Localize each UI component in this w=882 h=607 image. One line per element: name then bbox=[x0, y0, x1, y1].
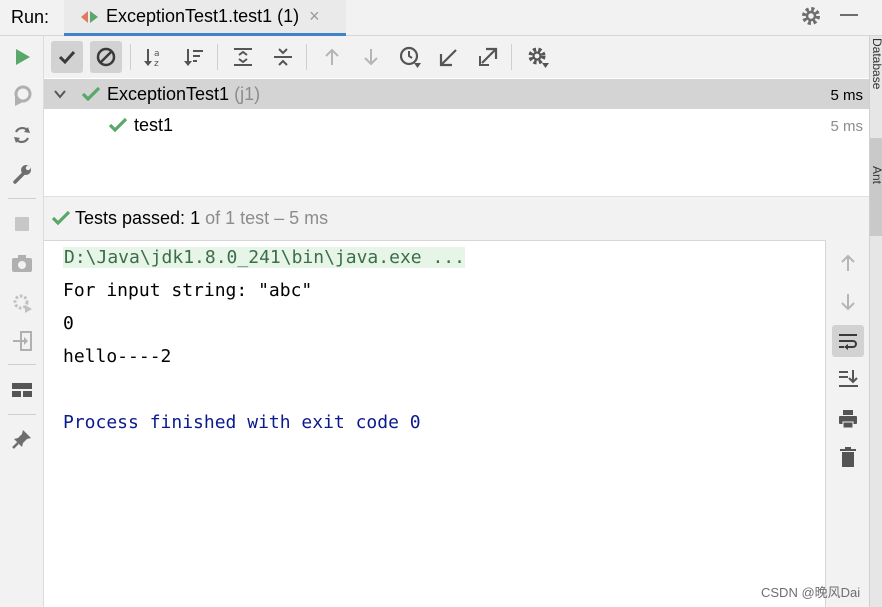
chevron-down-icon[interactable] bbox=[53, 87, 67, 106]
suite-row[interactable]: ExceptionTest1 (j1) 5 ms bbox=[44, 79, 869, 109]
suite-name: ExceptionTest1 bbox=[107, 84, 230, 104]
console-exit-line: Process finished with exit code 0 bbox=[63, 412, 421, 433]
left-toolbar-separator bbox=[8, 364, 36, 365]
passed-check-icon bbox=[108, 117, 128, 138]
left-toolbar bbox=[0, 36, 44, 607]
run-tab-title: ExceptionTest1.test1 (1) bbox=[106, 6, 300, 26]
junit-run-icon bbox=[78, 7, 104, 27]
down-arrow-icon[interactable] bbox=[832, 286, 864, 318]
run-label: Run: bbox=[11, 7, 50, 27]
suite-label: ExceptionTest1 (j1) bbox=[107, 84, 260, 105]
status-prefix: Tests passed: bbox=[75, 208, 191, 228]
wrench-icon[interactable] bbox=[9, 161, 35, 187]
test-time: 5 ms bbox=[830, 118, 863, 135]
scroll-to-end-icon[interactable] bbox=[832, 363, 864, 395]
run-tool-window-header: Run: ExceptionTest1.test1 (1) × bbox=[0, 0, 882, 36]
status-suffix: of 1 test – 5 ms bbox=[200, 208, 329, 228]
test-history-icon[interactable] bbox=[394, 41, 426, 73]
test-label: test1 bbox=[134, 115, 174, 135]
gear-icon[interactable] bbox=[799, 4, 823, 33]
ant-tool-indicator bbox=[870, 138, 882, 236]
show-ignored-icon[interactable] bbox=[90, 41, 122, 73]
rerun-failed-icon[interactable] bbox=[9, 82, 35, 108]
test-settings-gear-icon[interactable] bbox=[522, 41, 554, 73]
database-tool-label[interactable]: Database bbox=[870, 38, 882, 89]
next-failed-test-icon[interactable] bbox=[355, 41, 387, 73]
suite-meta: (j1) bbox=[234, 84, 261, 104]
passed-check-icon bbox=[81, 86, 101, 107]
rerun-icon[interactable] bbox=[9, 44, 35, 70]
expand-all-icon[interactable] bbox=[227, 41, 259, 73]
console-line: hello----2 bbox=[63, 346, 172, 367]
status-passed-count: 1 bbox=[190, 208, 201, 228]
status-text: Tests passed: 1 of 1 test – 5 ms bbox=[75, 208, 328, 229]
left-toolbar-separator bbox=[8, 414, 36, 415]
hide-panel-icon[interactable] bbox=[840, 14, 858, 16]
watermark-text: CSDN @晚风Dai bbox=[761, 585, 861, 600]
toolbar-separator bbox=[217, 44, 218, 70]
toggle-auto-test-icon[interactable] bbox=[9, 122, 35, 148]
console-output[interactable]: D:\Java\jdk1.8.0_241\bin\java.exe ... Fo… bbox=[44, 240, 826, 607]
test-row[interactable]: test1 5 ms bbox=[44, 110, 869, 140]
suite-time: 5 ms bbox=[830, 87, 863, 104]
left-toolbar-separator bbox=[8, 198, 36, 199]
test-tree: ExceptionTest1 (j1) 5 ms test1 5 ms bbox=[44, 78, 869, 196]
pin-icon[interactable] bbox=[9, 426, 35, 452]
previous-failed-test-icon[interactable] bbox=[316, 41, 348, 73]
trash-icon[interactable] bbox=[832, 441, 864, 473]
svg-text:z: z bbox=[154, 59, 159, 68]
soft-wrap-icon[interactable] bbox=[832, 325, 864, 357]
sort-alphabetically-icon[interactable]: az bbox=[138, 41, 170, 73]
passed-check-icon bbox=[51, 210, 71, 231]
camera-icon[interactable] bbox=[9, 250, 35, 276]
ant-tool-label[interactable]: Ant bbox=[870, 166, 882, 184]
svg-text:a: a bbox=[154, 49, 160, 59]
test-status-bar: Tests passed: 1 of 1 test – 5 ms bbox=[44, 196, 869, 240]
stop-icon[interactable] bbox=[9, 211, 35, 237]
print-icon[interactable] bbox=[832, 403, 864, 435]
toolbar-separator bbox=[130, 44, 131, 70]
up-arrow-icon[interactable] bbox=[832, 247, 864, 279]
export-test-results-icon[interactable] bbox=[472, 41, 504, 73]
show-passed-icon[interactable] bbox=[51, 41, 83, 73]
toolbar-separator bbox=[511, 44, 512, 70]
toolbar-separator bbox=[306, 44, 307, 70]
sort-by-duration-icon[interactable] bbox=[178, 41, 210, 73]
run-tab[interactable]: ExceptionTest1.test1 (1) × bbox=[64, 0, 346, 36]
collapse-all-icon[interactable] bbox=[267, 41, 299, 73]
console-tools bbox=[827, 240, 869, 607]
console-line: 0 bbox=[63, 313, 74, 334]
test-toolbar: az bbox=[44, 36, 869, 78]
import-tests-icon[interactable] bbox=[9, 328, 35, 354]
import-test-results-icon[interactable] bbox=[433, 41, 465, 73]
close-tab-icon[interactable]: × bbox=[309, 6, 320, 27]
console-line: For input string: "abc" bbox=[63, 280, 313, 301]
right-tool-strip: Database Ant bbox=[869, 36, 882, 607]
debug-gear-icon[interactable] bbox=[9, 289, 35, 315]
console-command-line[interactable]: D:\Java\jdk1.8.0_241\bin\java.exe ... bbox=[63, 247, 465, 268]
layout-icon[interactable] bbox=[9, 377, 35, 403]
